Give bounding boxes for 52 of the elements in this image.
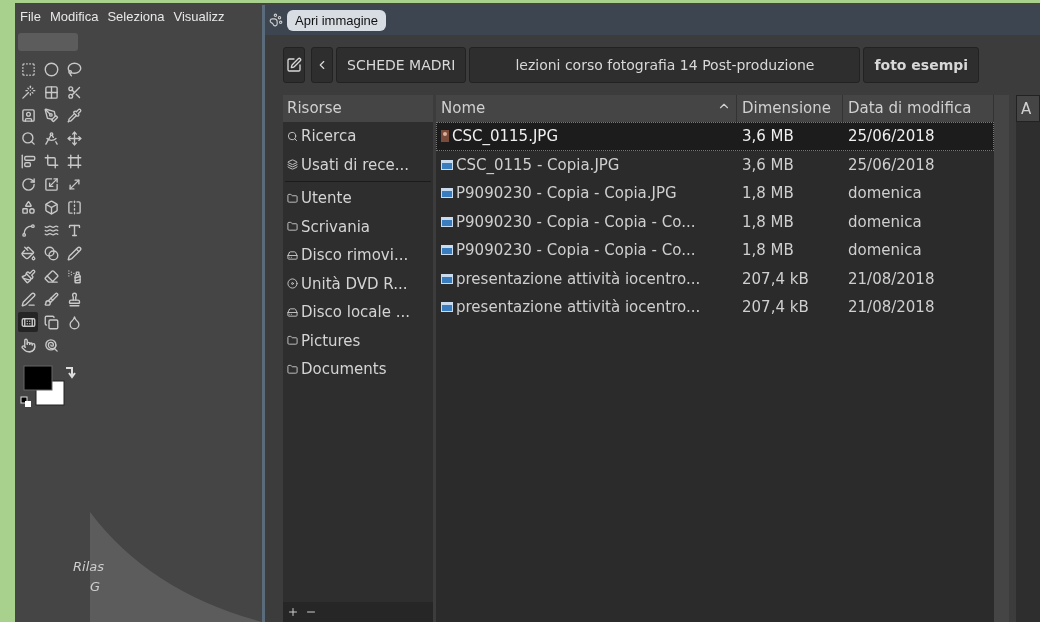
path-segment[interactable]: lezioni corso fotografia 14 Post-produzione [469,47,861,83]
column-header[interactable]: Nome [436,95,737,122]
menu-item[interactable]: Visualizz [173,8,225,24]
image-file-icon [441,245,453,256]
file-row[interactable]: P9090230 - Copia - Copia.JPG 1,8 MB domenica [436,179,994,208]
image-file-icon [441,216,453,227]
place-item[interactable]: Disco locale ... [283,298,433,327]
window-title: Apri immagine [287,9,387,31]
drive-icon [287,306,298,318]
place-item[interactable]: Disco rimovi... [283,241,433,270]
column-header: A [1016,95,1040,122]
file-row[interactable]: P9090230 - Copia - Copia - Co... 1,8 MB domenica [436,207,994,236]
caption-text: Rilas [73,559,104,574]
edit-location-button[interactable] [283,47,305,83]
place-item[interactable]: Pictures [283,326,433,355]
search-icon [287,130,298,142]
add-icon [287,606,299,618]
column-header[interactable]: Dimensione [737,95,843,122]
place-item[interactable]: Ricerca [283,122,433,151]
edit-icon [286,57,302,73]
menu-item[interactable]: Seleziona [107,8,165,24]
image-file-icon [441,188,453,199]
menu-item[interactable]: File [20,8,41,24]
folder-icon [287,335,298,347]
scrollbar[interactable] [994,95,1009,622]
image-file-icon [441,159,453,170]
thumbnail-icon [441,130,449,143]
column-header[interactable]: Data di modifica [843,95,994,122]
disc-icon [287,278,298,290]
drive-icon [287,249,298,261]
file-row[interactable]: CSC_0115 - Copia.JPG 3,6 MB 25/06/2018 [436,150,994,179]
image-file-icon [441,273,453,284]
column-header: Risorse [283,95,433,122]
place-item[interactable]: Documents [283,355,433,384]
file-row[interactable]: presentazione attività iocentro... 207,4 kB 21/08/2018 [436,293,994,322]
folder-icon [287,221,298,233]
place-item[interactable]: Scrivania [283,212,433,241]
stack-icon [287,159,298,171]
file-row[interactable]: presentazione attività iocentro... 207,4 kB 21/08/2018 [436,264,994,293]
folder-icon [287,192,298,204]
bandage-icon[interactable] [18,312,38,332]
caption-text: G [90,579,101,594]
folder-icon [287,363,298,375]
path-segment[interactable]: foto esempi [863,47,980,83]
menu-item[interactable]: Modifica [49,8,99,24]
file-row[interactable]: CSC_0115.JPG 3,6 MB 25/06/2018 [436,122,994,151]
place-item[interactable]: Unità DVD R... [283,269,433,298]
place-item[interactable]: Usati di rece... [283,150,433,179]
path-segment[interactable]: SCHEDE MADRI [336,47,467,83]
file-row[interactable]: P9090230 - Copia - Copia - Co... 1,8 MB domenica [436,236,994,265]
image-file-icon [441,302,453,313]
place-item[interactable]: Utente [283,184,433,213]
